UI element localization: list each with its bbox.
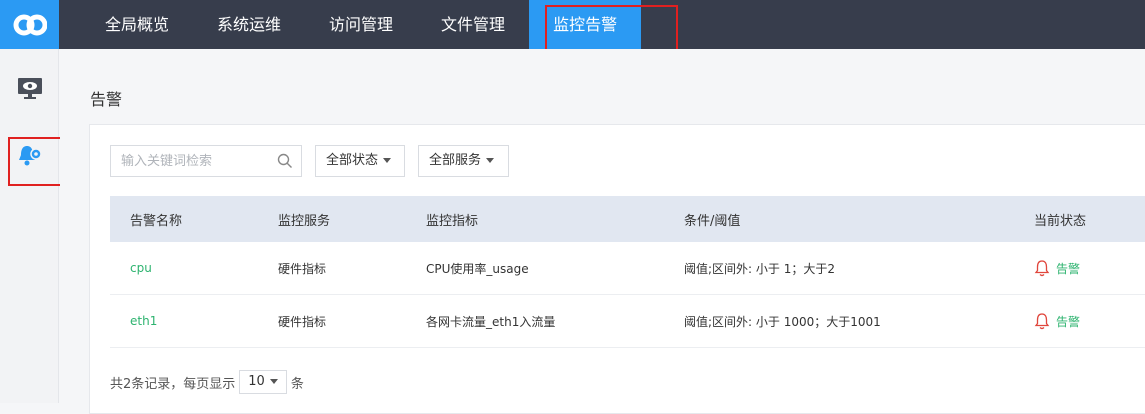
chevron-down-icon [383,158,392,163]
alert-name-link[interactable]: cpu [130,261,152,275]
chevron-down-icon [269,379,278,384]
nav-highlight-box [545,5,678,53]
sidebar-highlight-box [8,137,68,186]
chevron-down-icon [486,158,495,163]
sidebar-item-monitor[interactable] [0,66,59,110]
alert-metric: CPU使用率_usage [426,261,529,276]
column-header-status[interactable]: 当前状态 [1034,210,1086,229]
alert-condition: 阈值;区间外: 小于 1000；大于1001 [684,314,881,329]
service-filter-label: 全部服务 [429,153,482,168]
column-header-condition[interactable]: 条件/阈值 [684,210,740,229]
table-header: 告警名称 监控服务 监控指标 条件/阈值 当前状态 [110,196,1145,242]
top-bar: 全局概览 系统运维 访问管理 文件管理 监控告警 [0,0,1145,53]
page-size-value: 10 [248,374,265,389]
alert-status-label: 告警 [1056,261,1081,276]
status-filter-label: 全部状态 [326,153,379,168]
service-filter-dropdown[interactable]: 全部服务 [418,145,509,177]
alert-name-link[interactable]: eth1 [130,314,157,328]
alerts-panel: 全部状态 全部服务 告警名称 监控服务 监控指标 条件/阈值 当前状态 cpu … [89,124,1145,414]
nav-access-management[interactable]: 访问管理 [305,0,417,49]
alert-status: 告警 [1034,259,1080,277]
bell-icon [1034,313,1050,330]
logo-icon [13,14,47,35]
nav-system-ops[interactable]: 系统运维 [193,0,305,49]
sidebar [0,49,59,403]
alert-status: 告警 [1034,312,1080,330]
app-logo[interactable] [0,0,59,49]
nav-file-management[interactable]: 文件管理 [417,0,529,49]
alert-metric: 各网卡流量_eth1入流量 [426,314,556,329]
alert-status-label: 告警 [1056,314,1081,329]
search-input[interactable] [111,146,271,176]
table-row: cpu 硬件指标 CPU使用率_usage 阈值;区间外: 小于 1；大于2 告… [110,242,1145,295]
column-header-service[interactable]: 监控服务 [278,210,330,229]
page-size-select[interactable]: 10 [239,370,287,394]
status-filter-dropdown[interactable]: 全部状态 [315,145,405,177]
search-icon[interactable] [277,153,293,169]
alert-service: 硬件指标 [278,261,327,276]
pager-suffix: 条 [290,376,304,392]
alert-condition: 阈值;区间外: 小于 1；大于2 [684,261,835,276]
column-header-metric[interactable]: 监控指标 [426,210,478,229]
column-header-name[interactable]: 告警名称 [130,210,182,229]
alert-service: 硬件指标 [278,314,327,329]
main-content: 告警 全部状态 全部服务 告警名称 监控服务 监控指标 条件/阈值 当前状态 c [60,49,1145,414]
nav-overview[interactable]: 全局概览 [81,0,193,49]
monitor-eye-icon [17,78,42,99]
alerts-table: 告警名称 监控服务 监控指标 条件/阈值 当前状态 cpu 硬件指标 CPU使用… [110,196,1145,348]
search-box [110,145,302,177]
page-title: 告警 [90,90,123,109]
pager-summary: 共2条记录，每页显示 [110,376,236,392]
bell-icon [1034,260,1050,277]
pagination: 共2条记录，每页显示 10 条 [110,370,304,394]
table-row: eth1 硬件指标 各网卡流量_eth1入流量 阈值;区间外: 小于 1000；… [110,295,1145,348]
